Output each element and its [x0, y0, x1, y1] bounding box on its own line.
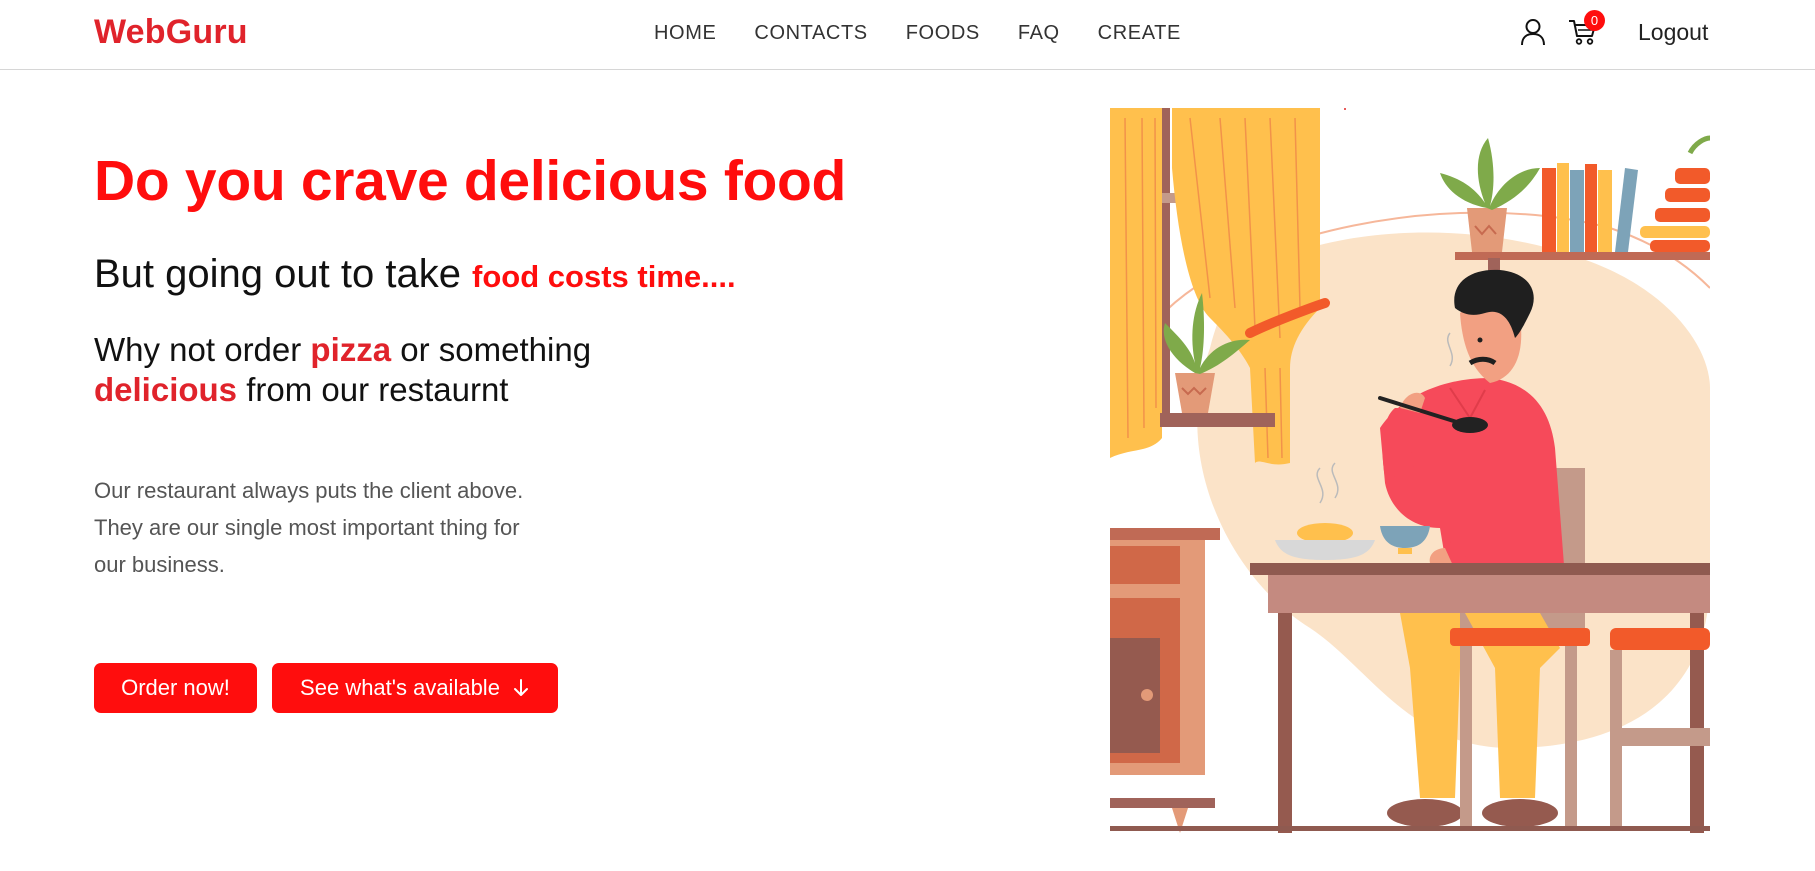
left-curtain: [1110, 108, 1162, 458]
floor-line: [1110, 826, 1710, 831]
navbar: WebGuru HOME CONTACTS FOODS FAQ CREATE 0…: [0, 0, 1815, 70]
hero-pitch: Why not order pizza or something delicio…: [94, 330, 591, 410]
dining-man-illustration: [1110, 108, 1710, 833]
main-nav: HOME CONTACTS FOODS FAQ CREATE: [654, 22, 1181, 45]
nav-faq[interactable]: FAQ: [1018, 22, 1060, 45]
hero-pitch-line-2: delicious from our restaurnt: [94, 370, 591, 410]
hero-description: Our restaurant always puts the client ab…: [94, 478, 524, 577]
hero-title: Do you crave delicious food: [94, 149, 847, 213]
user-button[interactable]: [1518, 14, 1548, 50]
nav-contacts[interactable]: CONTACTS: [754, 22, 867, 45]
hero-subtitle: But going out to take food costs time...…: [94, 252, 736, 297]
see-available-button[interactable]: See what's available: [272, 663, 558, 713]
nav-actions: 0 Logout: [1518, 10, 1708, 50]
shelf-pot: [1467, 208, 1507, 252]
nav-foods[interactable]: FOODS: [906, 22, 980, 45]
arrow-down-icon: [513, 679, 528, 696]
hero-pitch-line-1: Why not order pizza or something: [94, 330, 591, 370]
window-pot: [1175, 373, 1215, 413]
right-shoe: [1482, 799, 1558, 827]
nav-create[interactable]: CREATE: [1098, 22, 1181, 45]
table-top: [1250, 563, 1710, 575]
order-now-button[interactable]: Order now!: [94, 663, 257, 713]
see-available-label: See what's available: [300, 675, 500, 700]
hero-subtitle-accent: food costs time....: [472, 259, 736, 294]
book: [1542, 168, 1556, 252]
window-shelf: [1160, 413, 1275, 427]
pitch-accent-delicious: delicious: [94, 371, 238, 408]
nav-home[interactable]: HOME: [654, 22, 716, 45]
left-shoe: [1387, 799, 1463, 827]
user-icon: [1521, 19, 1545, 46]
shelf-plant: [1440, 138, 1540, 210]
pitch-text-b: or something: [391, 331, 592, 368]
brand-logo[interactable]: WebGuru: [94, 13, 248, 52]
pitch-accent-pizza: pizza: [310, 331, 392, 368]
cart-count-badge: 0: [1584, 10, 1605, 31]
pitch-text-a: Why not order: [94, 331, 311, 368]
chair-seat: [1450, 628, 1590, 646]
logout-link[interactable]: Logout: [1638, 19, 1708, 46]
hero-subtitle-text: But going out to take: [94, 252, 473, 296]
cart-button[interactable]: 0: [1568, 10, 1605, 50]
pitch-text-c: from our restaurnt: [237, 371, 509, 408]
